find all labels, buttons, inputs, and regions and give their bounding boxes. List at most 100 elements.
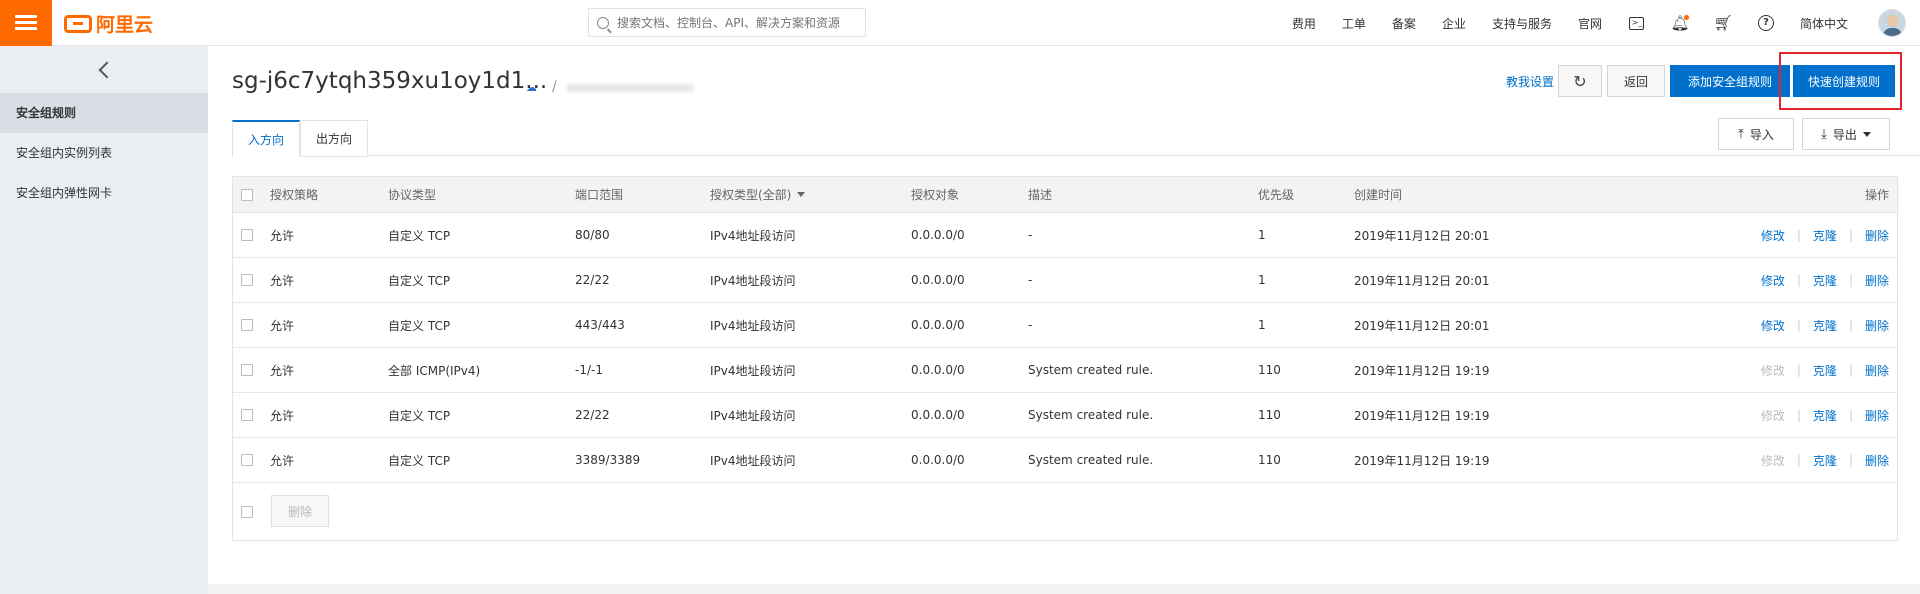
nav-item-website[interactable]: 官网: [1578, 15, 1602, 32]
action-separator: |: [1796, 273, 1801, 287]
row-checkbox[interactable]: [241, 454, 253, 466]
clone-link[interactable]: 克隆: [1813, 227, 1837, 244]
refresh-button[interactable]: ↻: [1558, 65, 1602, 97]
cell-auth-type: IPv4地址段访问: [710, 453, 796, 468]
col-created: 创建时间: [1354, 188, 1403, 202]
cell-priority: 1: [1258, 273, 1266, 287]
cell-priority: 110: [1258, 453, 1281, 467]
nav-item-enterprise[interactable]: 企业: [1442, 15, 1466, 32]
clone-link[interactable]: 克隆: [1813, 317, 1837, 334]
terminal-icon: >_: [1629, 16, 1645, 30]
action-separator: |: [1848, 273, 1853, 287]
cell-protocol: 全部 ICMP(IPv4): [388, 363, 481, 378]
cell-port: 22/22: [575, 408, 610, 422]
col-actions: 操作: [1864, 188, 1889, 202]
terminal-button[interactable]: >_: [1628, 14, 1646, 32]
nav-item-support[interactable]: 支持与服务: [1492, 15, 1552, 32]
row-checkbox[interactable]: [241, 364, 253, 376]
cart-button[interactable]: 🛒︎: [1713, 14, 1732, 32]
page-title: sg-j6c7ytqh359xu1oy1d1...: [232, 68, 548, 94]
aliyun-logo[interactable]: 阿里云: [64, 10, 153, 37]
help-icon: ?: [1757, 15, 1774, 31]
delete-link[interactable]: 删除: [1865, 317, 1889, 334]
cell-desc: System created rule.: [1028, 363, 1154, 377]
cell-policy: 允许: [270, 318, 295, 333]
nav-item-billing[interactable]: 费用: [1292, 15, 1316, 32]
row-checkbox[interactable]: [241, 319, 253, 331]
main-panel: sg-j6c7ytqh359xu1oy1d1... ☁︎ / 教我设置 ↻ 返回…: [208, 46, 1920, 584]
back-button[interactable]: 返回: [1607, 65, 1665, 97]
export-label: 导出: [1832, 127, 1857, 142]
sidebar-item-instances[interactable]: 安全组内实例列表: [0, 133, 208, 173]
cell-auth-type: IPv4地址段访问: [710, 228, 796, 243]
clone-link[interactable]: 克隆: [1813, 407, 1837, 424]
col-target: 授权对象: [911, 188, 960, 202]
row-checkbox[interactable]: [241, 274, 253, 286]
action-separator: |: [1796, 453, 1801, 467]
cell-priority: 110: [1258, 363, 1281, 377]
edit-link[interactable]: 修改: [1761, 272, 1785, 289]
col-auth-type-label: 授权类型(全部): [710, 188, 792, 202]
edit-link: 修改: [1760, 363, 1785, 378]
footer-select-checkbox[interactable]: [241, 505, 253, 518]
cell-policy: 允许: [270, 408, 295, 423]
tutorial-link[interactable]: 教我设置: [1506, 73, 1554, 90]
delete-link[interactable]: 删除: [1865, 272, 1889, 289]
row-actions: 修改 | 克隆 | 删除: [1761, 213, 1889, 257]
sidebar-collapse-button[interactable]: [0, 46, 208, 93]
help-button[interactable]: ?: [1757, 14, 1775, 32]
delete-link[interactable]: 删除: [1865, 227, 1889, 244]
export-dropdown[interactable]: ⤓ 导出: [1802, 118, 1890, 150]
notification-button[interactable]: 🔔︎: [1670, 14, 1689, 32]
row-actions: 修改 | 克隆 | 删除: [1761, 303, 1889, 347]
delete-link[interactable]: 删除: [1865, 362, 1889, 379]
row-checkbox[interactable]: [241, 229, 253, 241]
edit-link[interactable]: 修改: [1761, 317, 1785, 334]
clone-link[interactable]: 克隆: [1813, 272, 1837, 289]
cell-desc: System created rule.: [1028, 453, 1154, 467]
avatar[interactable]: [1878, 9, 1906, 37]
cell-priority: 110: [1258, 408, 1281, 422]
clone-link[interactable]: 克隆: [1813, 452, 1837, 469]
row-checkbox[interactable]: [241, 409, 253, 421]
blurred-breadcrumb: [566, 84, 694, 92]
col-auth-type-filter[interactable]: 授权类型(全部): [710, 177, 806, 212]
nav-item-tickets[interactable]: 工单: [1342, 15, 1366, 32]
cell-desc: -: [1028, 318, 1033, 332]
import-button[interactable]: ⤒ 导入: [1718, 118, 1794, 150]
nav-item-icp[interactable]: 备案: [1392, 15, 1416, 32]
language-switch[interactable]: 简体中文: [1800, 15, 1848, 32]
col-desc: 描述: [1028, 188, 1053, 202]
clone-link[interactable]: 克隆: [1813, 362, 1837, 379]
search-input[interactable]: [617, 15, 857, 30]
select-all-checkbox[interactable]: [241, 188, 253, 201]
caret-down-icon: [797, 192, 806, 197]
sidebar-item-rules[interactable]: 安全组规则: [0, 93, 208, 133]
tab-outbound[interactable]: 出方向: [300, 120, 368, 157]
delete-link[interactable]: 删除: [1865, 407, 1889, 424]
table-row: 允许 自定义 TCP 3389/3389 IPv4地址段访问 0.0.0.0/0 Syst…: [233, 438, 1897, 483]
cell-target: 0.0.0.0/0: [911, 228, 965, 242]
cloud-icon[interactable]: ☁︎: [526, 81, 537, 94]
sidebar-item-enis[interactable]: 安全组内弹性网卡: [0, 173, 208, 213]
bulk-delete-button[interactable]: 删除: [271, 495, 329, 527]
col-protocol: 协议类型: [388, 188, 437, 202]
action-separator: |: [1796, 363, 1801, 377]
cell-policy: 允许: [270, 228, 295, 243]
edit-link: 修改: [1760, 408, 1785, 423]
global-search[interactable]: [588, 8, 866, 37]
edit-link[interactable]: 修改: [1761, 227, 1785, 244]
delete-link[interactable]: 删除: [1865, 452, 1889, 469]
table-row: 允许 全部 ICMP(IPv4) -1/-1 IPv4地址段访问 0.0.0.0/0 Sy…: [233, 348, 1897, 393]
cell-desc: System created rule.: [1028, 408, 1154, 422]
action-separator: |: [1796, 228, 1801, 242]
table-footer: 删除: [233, 483, 1897, 540]
caret-down-icon: [1862, 131, 1871, 137]
cell-protocol: 自定义 TCP: [388, 273, 451, 288]
cell-created: 2019年11月12日 20:01: [1354, 273, 1490, 288]
add-rule-button[interactable]: 添加安全组规则: [1670, 65, 1790, 97]
action-separator: |: [1796, 318, 1801, 332]
menu-button[interactable]: [0, 0, 52, 46]
tab-inbound[interactable]: 入方向: [232, 120, 300, 157]
logo-text: 阿里云: [96, 14, 154, 36]
